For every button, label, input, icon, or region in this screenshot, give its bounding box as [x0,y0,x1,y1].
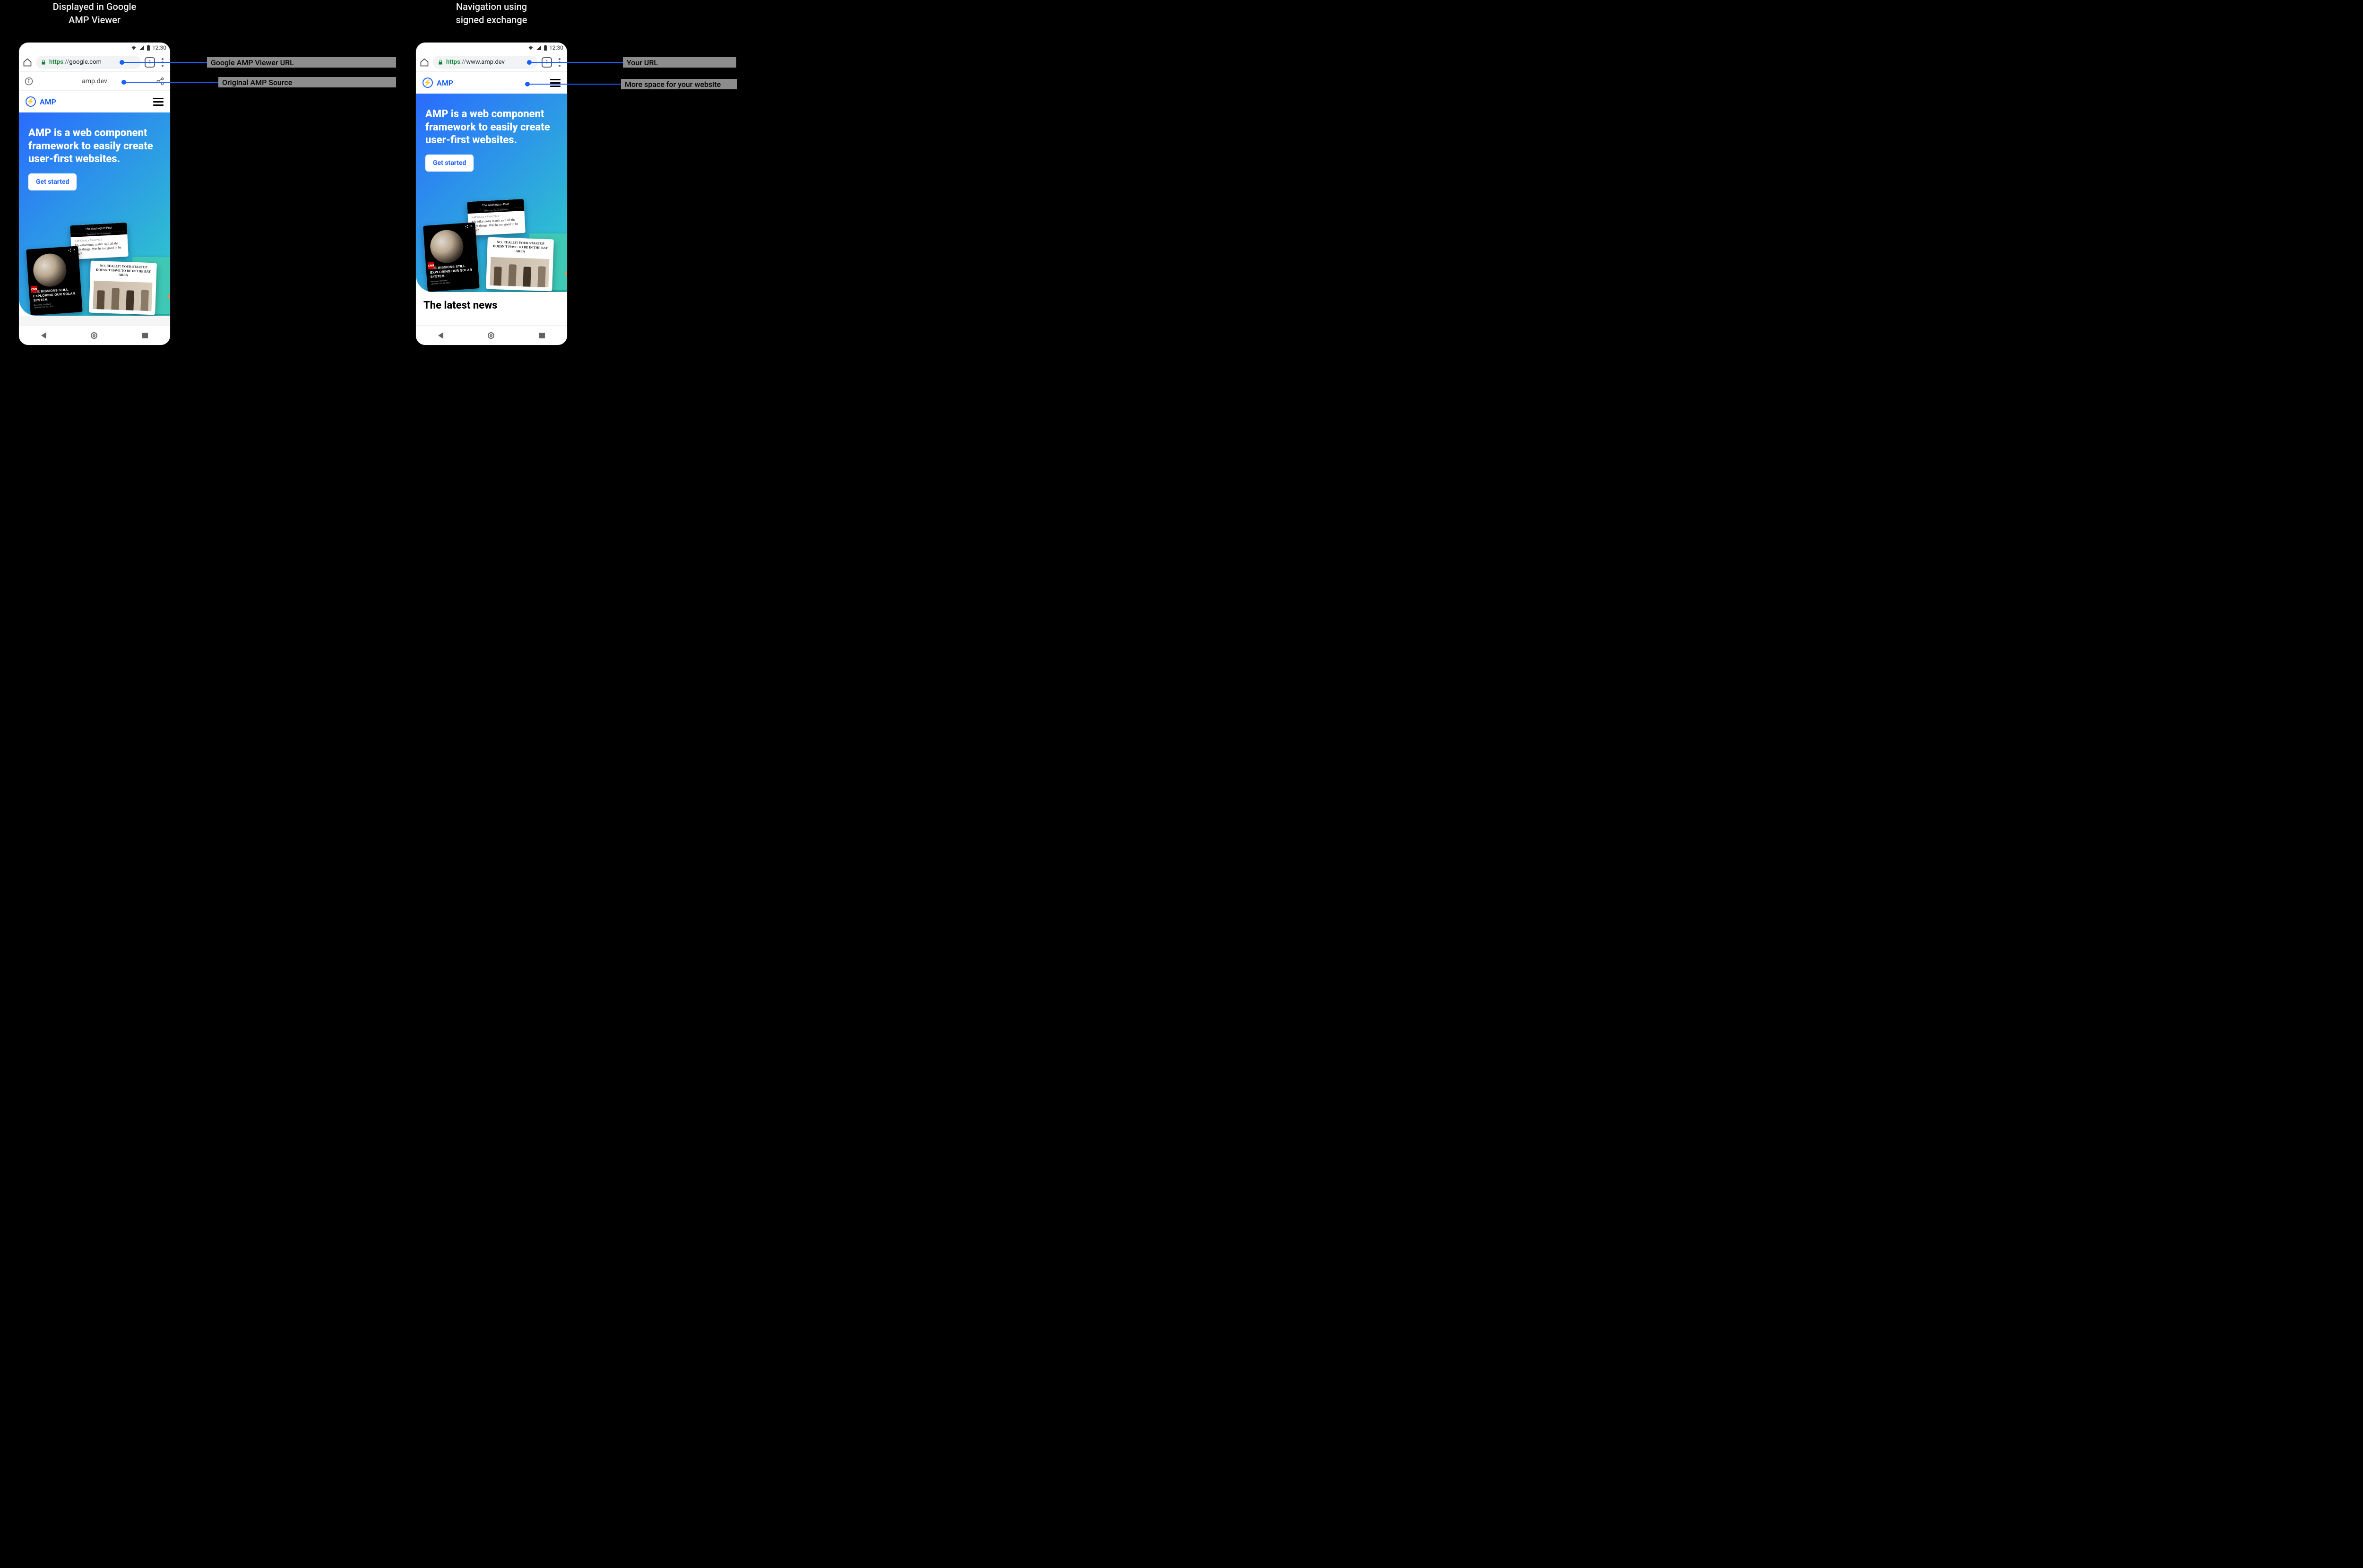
battery-icon [147,45,150,51]
annotation-more-space: More space for your website [621,79,737,89]
hero-headline: AMP is a web component framework to easi… [425,108,558,147]
amp-bolt-icon: ⚡ [423,78,433,88]
signal-icon [139,45,145,51]
url-sep: :// [460,59,466,66]
collage-card-startup: NO, REALLY! YOUR STARTUP DOESN'T HAVE TO… [89,261,157,315]
annotation-original-amp-source: Original AMP Source [218,77,396,87]
lock-icon [41,60,46,65]
latest-news-heading: The latest news [423,300,560,311]
right-phone: 12:30 https://www.amp.dev 1 ⚡ AMP AMP is… [416,43,567,345]
left-phone: 12:30 https://google.com 1 amp.dev ⚡ AMP… [19,43,170,345]
nav-overview-icon[interactable] [142,333,148,338]
url-domain: www.amp.dev [466,59,505,66]
nav-overview-icon[interactable] [539,333,545,338]
url-domain: google.com [69,59,102,66]
nav-home-icon[interactable] [91,332,97,339]
hero-headline: AMP is a web component framework to easi… [28,127,161,166]
get-started-button[interactable]: Get started [425,155,474,172]
amp-logo-text: AMP [437,78,453,87]
wapo-headline: My eHarmony match said all the right thi… [75,241,121,256]
status-bar: 12:30 [416,43,567,53]
hero: AMP is a web component framework to easi… [19,112,170,316]
collage-card-wapo: The Washington Post Democracy Dies in Da… [467,199,526,236]
share-mini-icon [68,248,72,252]
battery-icon [543,45,547,51]
collage-card-startup: NO, REALLY! YOUR STARTUP DOESN'T HAVE TO… [486,237,554,292]
amp-logo-text: AMP [40,97,56,106]
amp-bolt-icon: ⚡ [26,96,36,107]
cnn-title: THE MISSIONS STILL EXPLORING OUR SOLAR S… [430,264,475,280]
info-icon[interactable] [25,77,33,86]
wapo-header: The Washington Post [85,226,112,231]
amp-logo[interactable]: ⚡ AMP [423,78,453,88]
hero-collage: The Washington Post Democracy Dies in Da… [421,200,567,292]
startup-title: NO, REALLY! YOUR STARTUP DOESN'T HAVE TO… [94,264,153,278]
site-header: ⚡ AMP [19,91,170,112]
line-right-space [527,84,622,85]
left-title: Displayed in Google AMP Viewer [19,0,170,26]
nav-back-icon[interactable] [41,332,46,339]
planet-image [32,252,68,288]
collage-card-cnn: × CNN THE MISSIONS STILL EXPLORING OUR S… [423,222,479,292]
wapo-header: The Washington Post [482,202,509,207]
android-nav-bar [19,325,170,345]
hero: AMP is a web component framework to easi… [416,94,567,292]
hamburger-icon[interactable] [550,79,561,87]
amp-source-bar: amp.dev [19,72,170,91]
status-bar: 12:30 [19,43,170,53]
url-sep: :// [63,59,69,66]
close-mini-icon: × [470,224,473,226]
status-icons [130,45,150,51]
lock-icon [438,60,443,65]
status-time: 12:30 [152,44,166,51]
line-left-url [122,62,207,63]
status-icons [527,45,547,51]
amp-source-label: amp.dev [33,78,156,85]
get-started-button[interactable]: Get started [28,173,77,190]
nav-home-icon[interactable] [488,332,494,339]
status-time: 12:30 [549,44,563,51]
share-icon[interactable] [156,77,164,86]
android-nav-bar [416,325,567,345]
url-scheme: https [446,59,460,66]
cnn-badge: CNN [31,286,38,293]
annotation-your-url: Your URL [623,57,736,68]
planet-image [429,229,465,264]
home-icon[interactable] [420,58,429,67]
hero-collage: The Washington Post Democracy Dies in Da… [24,224,170,316]
signal-icon [536,45,542,51]
url-scheme: https [49,59,63,66]
wifi-icon [130,45,137,51]
latest-news-section: The latest news [416,292,567,325]
line-left-source [124,82,218,83]
right-title: Navigation using signed exchange [416,0,567,26]
amp-logo[interactable]: ⚡ AMP [26,96,56,107]
collage-card-wapo: The Washington Post Democracy Dies in Da… [70,223,129,259]
cnn-title: THE MISSIONS STILL EXPLORING OUR SOLAR S… [33,288,78,303]
line-right-url [529,62,624,63]
annotation-google-amp-viewer-url: Google AMP Viewer URL [207,57,396,68]
collage-card-cnn: × CNN THE MISSIONS STILL EXPLORING OUR S… [26,246,82,315]
url-bar[interactable]: https://www.amp.dev [433,56,538,69]
close-mini-icon: × [73,248,76,250]
hamburger-icon[interactable] [153,98,164,106]
home-icon[interactable] [23,58,32,67]
site-header: ⚡ AMP [416,72,567,94]
cnn-badge: CNN [428,262,435,269]
share-mini-icon [465,224,469,229]
startup-title: NO, REALLY! YOUR STARTUP DOESN'T HAVE TO… [491,240,550,255]
nav-back-icon[interactable] [438,332,443,339]
wifi-icon [527,45,534,51]
spacer [19,316,170,325]
wapo-headline: My eHarmony match said all the right thi… [472,218,518,232]
